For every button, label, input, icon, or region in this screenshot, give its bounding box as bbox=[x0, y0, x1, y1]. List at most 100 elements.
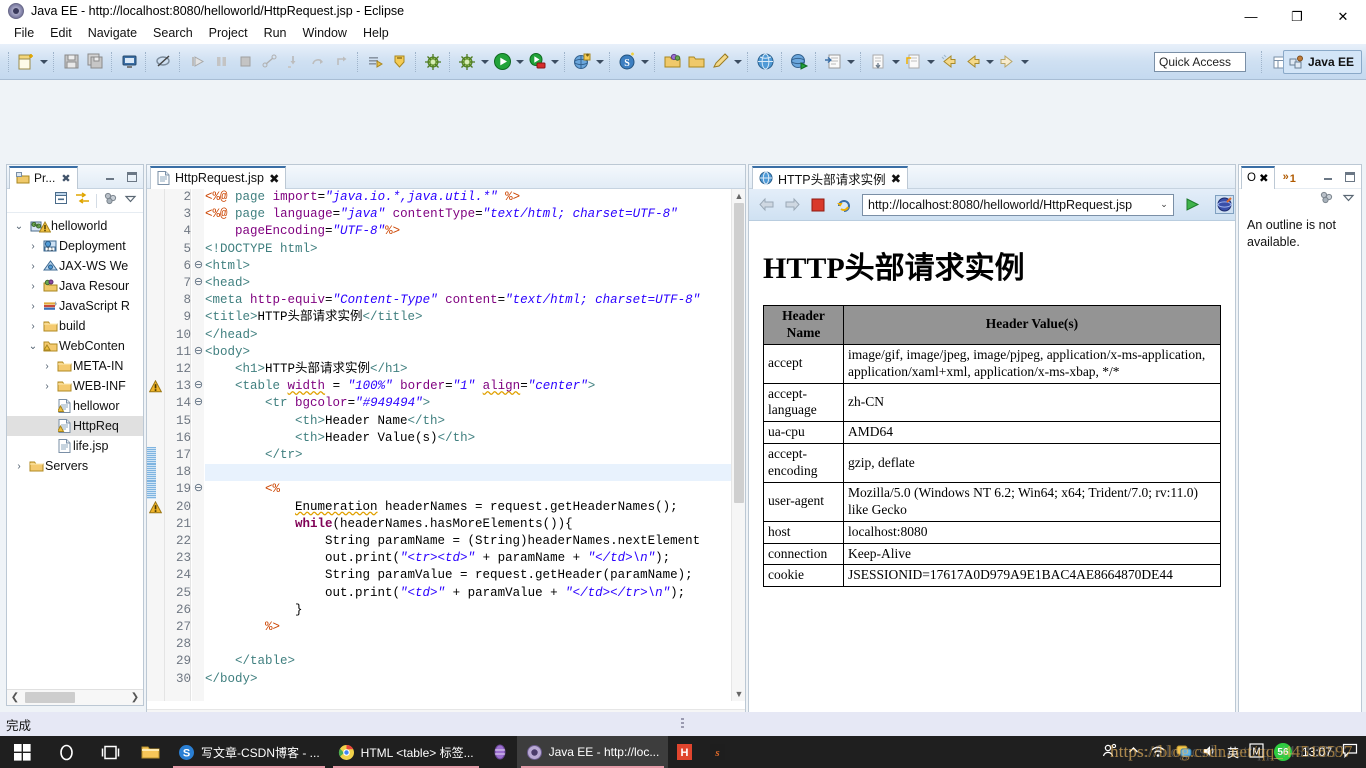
tree-expand-arrow[interactable]: › bbox=[39, 361, 55, 372]
search-dropdown[interactable] bbox=[639, 51, 650, 73]
warning-marker-icon[interactable] bbox=[148, 500, 163, 514]
menu-search[interactable]: Search bbox=[145, 24, 201, 42]
save-icon[interactable] bbox=[60, 51, 82, 73]
quick-access-input[interactable]: Quick Access bbox=[1154, 52, 1246, 72]
debug-dropdown[interactable] bbox=[549, 51, 560, 73]
cortana-search-icon[interactable] bbox=[44, 736, 88, 768]
annotation-icon[interactable] bbox=[709, 51, 731, 73]
annotation-dropdown[interactable] bbox=[732, 51, 743, 73]
fold-toggle-icon[interactable]: ⊖ bbox=[193, 378, 204, 395]
windows-start-icon[interactable] bbox=[0, 736, 44, 768]
scroll-down-icon[interactable]: ▼ bbox=[732, 687, 746, 701]
project-explorer-hscrollbar[interactable]: ❮ ❯ bbox=[7, 689, 143, 705]
link-with-editor-icon[interactable] bbox=[75, 191, 90, 211]
run-last-tool-icon[interactable] bbox=[388, 51, 410, 73]
menu-window[interactable]: Window bbox=[295, 24, 355, 42]
taskbar-item-sublime[interactable]: s bbox=[701, 736, 734, 768]
server-publish-icon[interactable] bbox=[571, 51, 593, 73]
back-icon[interactable] bbox=[961, 51, 983, 73]
stop-icon[interactable] bbox=[807, 194, 829, 216]
tree-item-jax-ws-we[interactable]: › JAX-WS We bbox=[7, 256, 143, 276]
tree-item-life-jsp[interactable]: life.jsp bbox=[7, 436, 143, 456]
tree-item-hellowor[interactable]: hellowor bbox=[7, 396, 143, 416]
tab-httprequest-jsp[interactable]: HttpRequest.jsp ✖ bbox=[150, 165, 287, 189]
search-icon[interactable]: S bbox=[616, 51, 638, 73]
tree-item-httpreq[interactable]: HttpReq bbox=[7, 416, 143, 436]
fold-toggle-icon[interactable]: ⊖ bbox=[193, 344, 204, 361]
tree-item-java-resour[interactable]: › Java Resour bbox=[7, 276, 143, 296]
view-menu-icon[interactable] bbox=[1342, 191, 1355, 209]
chevron-down-icon[interactable]: ⌄ bbox=[1157, 199, 1171, 210]
run-dropdown[interactable] bbox=[514, 51, 525, 73]
fold-toggle-icon[interactable]: ⊖ bbox=[193, 395, 204, 412]
previous-edit-dropdown[interactable] bbox=[925, 51, 936, 73]
editor-vertical-scrollbar[interactable]: ▲ ▼ bbox=[731, 189, 745, 701]
back-arrow-icon[interactable] bbox=[755, 194, 777, 216]
console-icon[interactable] bbox=[118, 51, 140, 73]
scroll-up-icon[interactable]: ▲ bbox=[732, 189, 746, 203]
chat-icon[interactable] bbox=[1176, 744, 1192, 761]
debug-ant-icon[interactable] bbox=[422, 51, 444, 73]
previous-edit-icon[interactable] bbox=[902, 51, 924, 73]
taskbar-item-file-explorer[interactable] bbox=[132, 736, 169, 768]
taskbar-clock[interactable]: 13:07 bbox=[1302, 746, 1332, 759]
tree-expand-arrow[interactable]: ⌄ bbox=[11, 221, 27, 232]
tree-expand-arrow[interactable]: › bbox=[11, 461, 27, 472]
tree-item-meta-in[interactable]: › META-IN bbox=[7, 356, 143, 376]
go-play-icon[interactable] bbox=[1181, 194, 1203, 216]
warning-marker-icon[interactable] bbox=[148, 379, 163, 393]
next-annotation-dropdown[interactable] bbox=[890, 51, 901, 73]
tree-item-servers[interactable]: › Servers bbox=[7, 456, 143, 476]
menu-edit[interactable]: Edit bbox=[42, 24, 80, 42]
open-resource-icon[interactable] bbox=[685, 51, 707, 73]
network-icon[interactable] bbox=[1150, 744, 1166, 761]
run-icon[interactable] bbox=[491, 51, 513, 73]
ime-mode-icon[interactable]: M bbox=[1249, 743, 1264, 761]
tree-expand-arrow[interactable]: › bbox=[25, 241, 41, 252]
tree-expand-arrow[interactable]: › bbox=[25, 321, 41, 332]
close-icon[interactable]: ✖ bbox=[891, 171, 901, 186]
overflow-chevron-icon[interactable]: » bbox=[1283, 171, 1289, 183]
tree-item-web-inf[interactable]: › WEB-INF bbox=[7, 376, 143, 396]
tree-expand-arrow[interactable]: ⌄ bbox=[25, 341, 41, 352]
volume-icon[interactable] bbox=[1202, 744, 1217, 761]
forward-icon[interactable] bbox=[996, 51, 1018, 73]
tree-item-javascript-r[interactable]: › JavaScript R bbox=[7, 296, 143, 316]
tab-outline[interactable]: O ✖ bbox=[1241, 165, 1275, 189]
back-navigation-icon[interactable] bbox=[937, 51, 959, 73]
menu-project[interactable]: Project bbox=[201, 24, 256, 42]
task-view-icon[interactable] bbox=[88, 736, 132, 768]
run-on-server-icon[interactable] bbox=[788, 51, 810, 73]
minimize-icon[interactable] bbox=[103, 170, 117, 184]
code-editor[interactable]: 2 <%@ page import="java.io.*,java.util.*"… bbox=[147, 189, 745, 701]
view-menu-filter-icon[interactable] bbox=[103, 191, 118, 211]
forward-arrow-icon[interactable] bbox=[781, 194, 803, 216]
close-icon[interactable]: ✖ bbox=[1259, 171, 1269, 185]
tab-project-explorer[interactable]: Pr... ✖ bbox=[9, 165, 78, 189]
tree-expand-arrow[interactable]: › bbox=[25, 261, 41, 272]
people-icon[interactable] bbox=[1102, 743, 1117, 761]
refresh-icon[interactable] bbox=[833, 194, 855, 216]
web-browser-icon[interactable] bbox=[754, 51, 776, 73]
show-hidden-icons-icon[interactable] bbox=[1127, 744, 1140, 760]
scroll-thumb[interactable] bbox=[25, 692, 75, 703]
taskbar-item-hbuilder[interactable]: H bbox=[668, 736, 701, 768]
taskbar-item-chrome[interactable]: HTML <table> 标签... bbox=[329, 736, 483, 768]
new-wizard-dropdown[interactable] bbox=[38, 51, 49, 73]
next-annotation-icon[interactable] bbox=[867, 51, 889, 73]
new-wizard-icon[interactable] bbox=[15, 51, 37, 73]
maximize-icon[interactable] bbox=[1343, 170, 1357, 184]
collapse-all-icon[interactable] bbox=[54, 191, 69, 211]
scroll-left-icon[interactable]: ❮ bbox=[7, 692, 23, 703]
view-menu-filter-icon[interactable] bbox=[1319, 190, 1334, 210]
menu-navigate[interactable]: Navigate bbox=[80, 24, 145, 42]
tab-internal-browser[interactable]: HTTP头部请求实例 ✖ bbox=[752, 165, 909, 189]
tree-expand-arrow[interactable]: › bbox=[25, 301, 41, 312]
scroll-right-icon[interactable]: ❯ bbox=[127, 692, 143, 703]
scroll-thumb[interactable] bbox=[734, 203, 744, 503]
tree-expand-arrow[interactable]: › bbox=[25, 281, 41, 292]
forward-dropdown[interactable] bbox=[1019, 51, 1030, 73]
export-icon[interactable] bbox=[822, 51, 844, 73]
save-all-icon[interactable] bbox=[84, 51, 106, 73]
open-external-browser-icon[interactable] bbox=[1213, 194, 1235, 216]
